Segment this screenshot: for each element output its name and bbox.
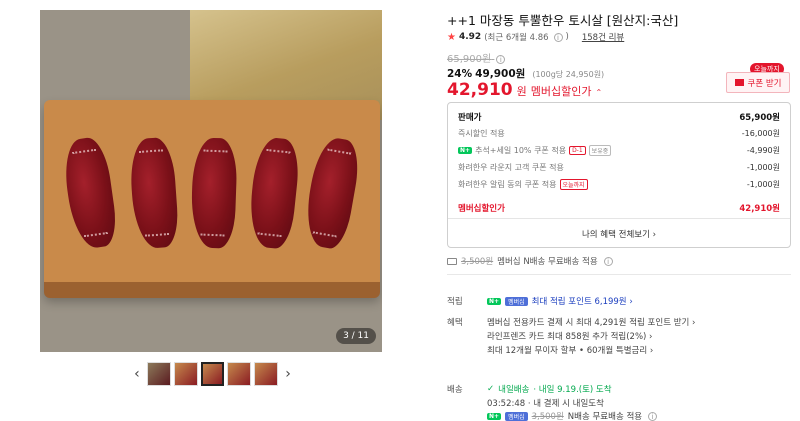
delivery-date: · 내일 9.19.(토) 도착 [533, 385, 612, 395]
delivery-line: ✓ 내일배송 · 내일 9.19.(토) 도착 [487, 383, 612, 395]
breakdown-total-label: 멤버십할인가 [458, 204, 505, 214]
main-product-image[interactable]: 3 / 11 [40, 10, 382, 352]
image-counter: 3 / 11 [336, 328, 376, 344]
thumbnail[interactable] [254, 362, 279, 386]
delivery-cutoff: 03:52:48 · 내 결제 시 내일도착 [487, 399, 604, 409]
info-icon[interactable]: i [496, 55, 506, 64]
member-price-label: 멤버십할인가 [530, 85, 592, 98]
member-price-unit: 원 [516, 85, 527, 98]
membership-badge: 멤버십 [505, 411, 528, 421]
member-price-row[interactable]: 42,910 원 멤버십할인가 ⌃ [447, 80, 602, 100]
breakdown-label: 추석+세일 10% 쿠폰 적용 [475, 146, 567, 155]
delivery-brand: 내일배송 [498, 385, 530, 395]
benefits-section-label: 혜택 [447, 318, 463, 328]
rating-recent: (최근 6개월 4.86 [484, 33, 549, 43]
breakdown-label: 즉시할인 적용 [458, 129, 505, 138]
thumbnail[interactable] [227, 362, 252, 386]
discount-percent: 24% [447, 68, 473, 80]
delivery-strike: 3,500원 [531, 412, 564, 421]
benefit-item[interactable]: 멤버십 전용카드 결제 시 최대 4,291원 적립 포인트 받기 › [487, 316, 695, 328]
tomorrow-delivery-icon: ✓ [487, 384, 495, 394]
breakdown-total-value: 42,910원 [739, 204, 780, 214]
rating-recent-close: ) [565, 32, 569, 42]
breakdown-label: 화려한우 알림 동의 쿠폰 적용 [458, 180, 557, 189]
naverpay-icon: N+ [487, 412, 502, 420]
star-icon: ★ [447, 31, 456, 43]
coupon-button-label: 쿠폰 받기 [747, 78, 782, 89]
breakdown-value: -4,990원 [746, 146, 780, 155]
naverpay-icon: N+ [487, 297, 502, 305]
rating-score: 4.92 [458, 32, 482, 42]
today-tag: 오늘까지 [559, 179, 588, 190]
original-price: 65,900원 i [447, 50, 506, 65]
breakdown-row: 화려한우 알림 동의 쿠폰 적용 오늘까지 -1,000원 [458, 179, 780, 190]
breakdown-value: -1,000원 [746, 180, 780, 189]
thumbnail-video[interactable] [146, 362, 171, 386]
points-line[interactable]: N+ 멤버십 최대 적립 포인트 6,199원 › [487, 295, 633, 307]
review-link[interactable]: 158건 리뷰 [582, 31, 624, 43]
truck-icon [447, 257, 457, 265]
discount-row: 24% 49,900원 (100g당 24,950원) [447, 66, 604, 81]
breakdown-label: 화려한우 라운지 고객 쿠폰 적용 [458, 163, 564, 172]
meat-slice [190, 137, 238, 249]
cutting-board-edge [44, 282, 380, 298]
member-price: 42,910 [447, 80, 513, 100]
shipping-line: 3,500원 멤버십 N배송 무료배송 적용 i [447, 255, 613, 267]
delivery-section-label: 배송 [447, 385, 463, 395]
breakdown-value: -16,000원 [741, 129, 780, 138]
owned-tag: 보유중 [588, 145, 612, 156]
divider [448, 218, 790, 219]
breakdown-value: -1,000원 [746, 163, 780, 172]
naverpay-icon: N+ [458, 147, 473, 154]
delivery-free-text: N배송 무료배송 적용 [567, 412, 643, 421]
discount-price: 49,900원 [475, 68, 526, 80]
prev-arrow-icon[interactable]: ‹ [130, 366, 144, 382]
shipping-strike: 3,500원 [461, 257, 494, 267]
breakdown-label-wrap: 화려한우 알림 동의 쿠폰 적용 오늘까지 [458, 179, 588, 190]
breakdown-row: 판매가 65,900원 [458, 111, 780, 123]
thumbnail[interactable] [173, 362, 198, 386]
info-icon[interactable]: i [603, 256, 613, 266]
thumbnail-strip: ‹ › [130, 362, 295, 386]
shipping-text: 멤버십 N배송 무료배송 적용 [497, 257, 598, 267]
benefit-item[interactable]: 최대 12개월 무이자 할부 • 60개월 특별금리 › [487, 344, 653, 356]
info-icon[interactable]: i [553, 32, 563, 42]
breakdown-total-row: 멤버십할인가 42,910원 [458, 202, 780, 214]
breakdown-value: 65,900원 [739, 113, 780, 123]
breakdown-row: N+ 추석+세일 10% 쿠폰 적용 D-1 보유중 -4,990원 [458, 145, 780, 156]
breakdown-label-wrap: N+ 추석+세일 10% 쿠폰 적용 D-1 보유중 [458, 145, 612, 156]
coupon-button[interactable]: 쿠폰 받기 [726, 72, 790, 93]
delivery-shipping-line: N+ 멤버십 3,500원 N배송 무료배송 적용 i [487, 410, 658, 421]
divider [447, 274, 791, 275]
points-text: 최대 적립 포인트 6,199원 › [531, 297, 633, 307]
price-breakdown-panel: 판매가 65,900원 즉시할인 적용 -16,000원 N+ 추석+세일 10… [447, 102, 791, 248]
info-icon[interactable]: i [648, 411, 658, 421]
unit-price: (100g당 24,950원) [532, 70, 605, 79]
breakdown-row: 화려한우 라운지 고객 쿠폰 적용 -1,000원 [458, 162, 780, 173]
rating-row: ★ 4.92 (최근 6개월 4.86 i) 158건 리뷰 [447, 31, 624, 44]
chevron-up-icon[interactable]: ⌃ [595, 88, 602, 97]
breakdown-label: 판매가 [458, 113, 482, 123]
points-section-label: 적립 [447, 297, 463, 307]
benefit-item[interactable]: 라인프렌즈 카드 최대 858원 추가 적립(2%) › [487, 330, 652, 342]
dday-tag: D-1 [569, 146, 586, 155]
coupon-icon [734, 79, 744, 86]
next-arrow-icon[interactable]: › [281, 366, 295, 382]
original-price-value: 65,900원 [447, 54, 492, 65]
breakdown-row: 즉시할인 적용 -16,000원 [458, 128, 780, 139]
product-title: ++1 마장동 투뿔한우 토시살 [원산지:국산] [447, 13, 679, 28]
thumbnail-active[interactable] [200, 362, 225, 386]
view-all-benefits-link[interactable]: 나의 혜택 전체보기 › [448, 228, 790, 240]
membership-badge: 멤버십 [505, 296, 528, 306]
